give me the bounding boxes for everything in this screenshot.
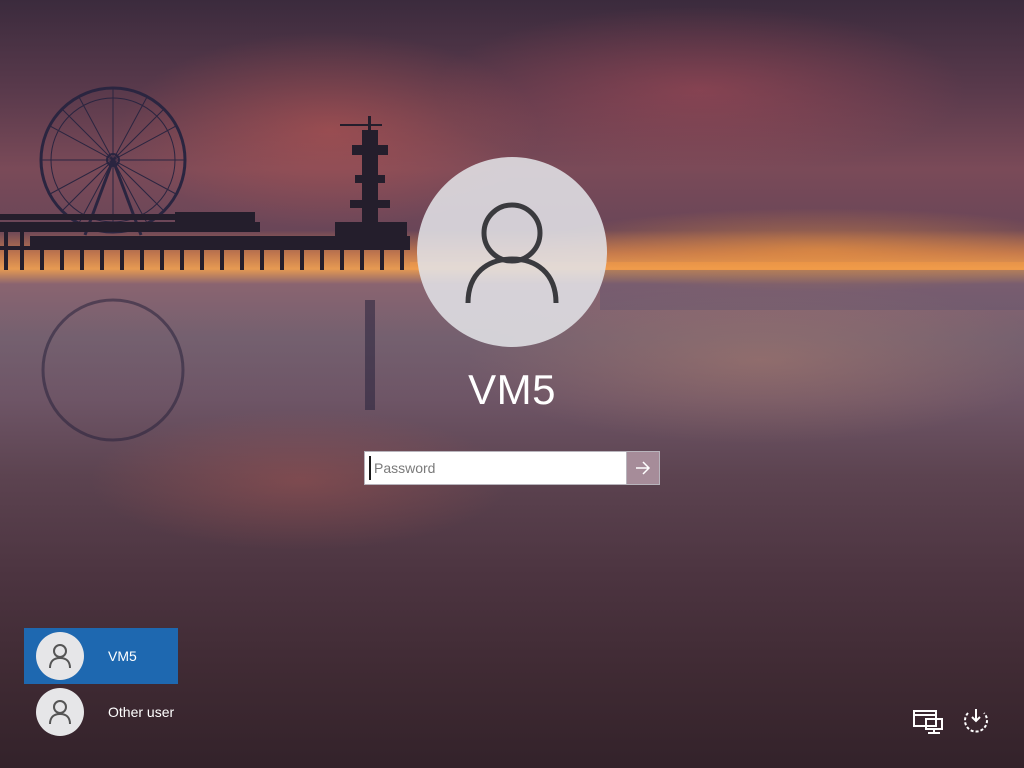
- power-button[interactable]: [956, 702, 996, 742]
- password-input[interactable]: [369, 456, 626, 480]
- user-switcher-list: VM5 Other user: [24, 628, 178, 740]
- user-avatar-large: [417, 157, 607, 347]
- username-label: VM5: [468, 366, 556, 413]
- network-icon: [913, 710, 943, 734]
- user-list-item-label: VM5: [108, 648, 137, 664]
- user-icon: [49, 644, 71, 669]
- avatar: [36, 632, 84, 680]
- user-list-item-vm5[interactable]: VM5: [24, 628, 178, 684]
- network-button[interactable]: [908, 702, 948, 742]
- user-list-item-label: Other user: [108, 704, 175, 720]
- password-field-container: [364, 451, 660, 485]
- ferris-wheel-silhouette: [39, 86, 187, 236]
- submit-button[interactable]: [626, 452, 659, 484]
- power-icon: [964, 709, 988, 733]
- sea-band: [600, 270, 1024, 310]
- avatar: [36, 688, 84, 736]
- pier-silhouette: [0, 116, 410, 270]
- lock-screen: VM5 VM5 Other user: [0, 0, 1024, 768]
- user-icon: [465, 202, 559, 304]
- arrow-right-icon: [636, 461, 651, 475]
- user-list-item-other-user[interactable]: Other user: [24, 684, 178, 740]
- user-icon: [49, 700, 71, 725]
